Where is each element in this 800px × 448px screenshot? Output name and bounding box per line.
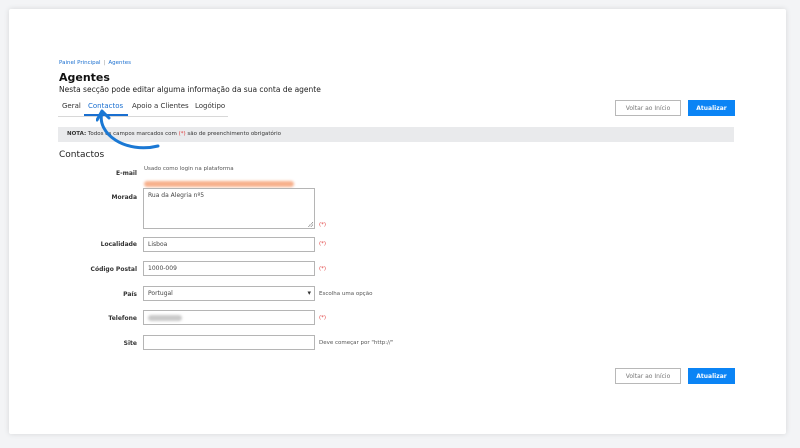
site-input[interactable] bbox=[143, 335, 315, 350]
page-subtitle: Nesta secção pode editar alguma informaç… bbox=[59, 85, 321, 94]
phone-value-redacted bbox=[148, 314, 182, 321]
back-to-home-button-bottom[interactable]: Voltar ao Início bbox=[615, 368, 681, 384]
phone-label: Telefone bbox=[108, 315, 137, 322]
tab-geral[interactable]: Geral bbox=[62, 102, 81, 110]
country-hint: Escolha uma opção bbox=[319, 291, 373, 297]
curved-arrow-icon bbox=[96, 109, 160, 150]
country-selected-value: Portugal bbox=[148, 290, 173, 297]
note-required-marker: (*) bbox=[178, 131, 186, 137]
email-label: E-mail bbox=[115, 170, 137, 177]
address-label: Morada bbox=[111, 194, 137, 201]
update-button-bottom[interactable]: Atualizar bbox=[688, 368, 735, 384]
breadcrumb-separator: | bbox=[103, 60, 106, 66]
site-hint: Deve começar por "http://" bbox=[319, 340, 394, 346]
tab-logotipo[interactable]: Logótipo bbox=[195, 102, 225, 110]
breadcrumb-home-link[interactable]: Painel Principal bbox=[59, 60, 101, 66]
address-required-marker: (*) bbox=[319, 222, 327, 228]
country-select[interactable]: Portugal ▾ bbox=[143, 286, 315, 301]
page-title: Agentes bbox=[59, 71, 110, 84]
update-button-top[interactable]: Atualizar bbox=[688, 100, 735, 116]
locality-input[interactable]: Lisboa bbox=[143, 237, 315, 252]
note-text-end: são de preenchimento obrigatório bbox=[187, 131, 281, 137]
postal-code-label: Código Postal bbox=[90, 266, 137, 273]
email-hint: Usado como login na plataforma bbox=[144, 166, 234, 172]
breadcrumb-current-link[interactable]: Agentes bbox=[108, 60, 131, 66]
section-title: Contactos bbox=[59, 150, 105, 160]
address-textarea[interactable]: Rua da Alegria nº5 bbox=[143, 188, 315, 229]
country-label: País bbox=[123, 291, 137, 298]
breadcrumb: Painel Principal | Agentes bbox=[59, 60, 131, 66]
note-prefix: NOTA: bbox=[67, 131, 87, 137]
back-to-home-button-top[interactable]: Voltar ao Início bbox=[615, 100, 681, 116]
locality-label: Localidade bbox=[100, 241, 137, 248]
chevron-down-icon: ▾ bbox=[307, 289, 311, 297]
resize-handle-icon[interactable] bbox=[308, 222, 313, 227]
site-label: Site bbox=[123, 340, 137, 347]
locality-required-marker: (*) bbox=[319, 241, 327, 247]
address-value: Rua da Alegria nº5 bbox=[148, 192, 205, 199]
postal-code-input[interactable]: 1000-009 bbox=[143, 261, 315, 276]
postal-code-required-marker: (*) bbox=[319, 266, 327, 272]
phone-input[interactable] bbox=[143, 310, 315, 325]
phone-required-marker: (*) bbox=[319, 315, 327, 321]
